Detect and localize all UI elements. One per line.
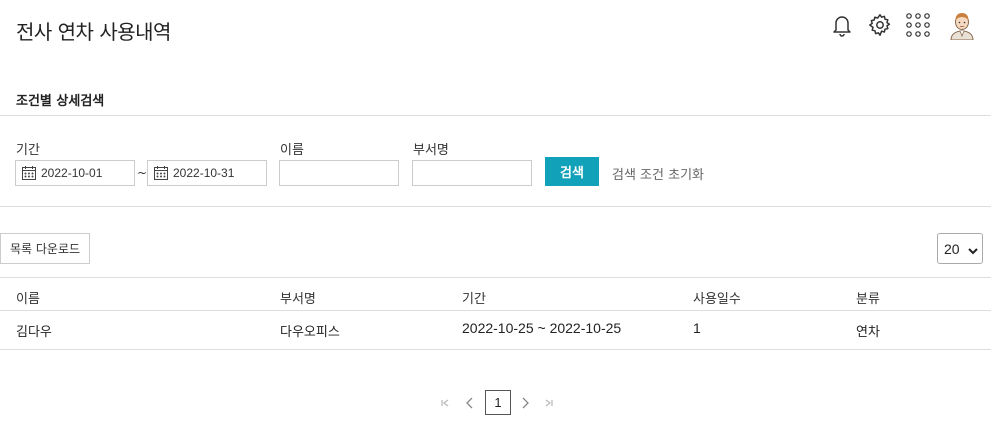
apps-grid-icon[interactable] <box>903 10 933 40</box>
reset-search-link[interactable]: 검색 조건 초기화 <box>612 164 704 183</box>
last-page-icon[interactable] <box>542 390 556 415</box>
prev-page-icon[interactable] <box>463 390 477 415</box>
page-title: 전사 연차 사용내역 <box>16 20 171 44</box>
column-header-name: 이름 <box>16 292 40 307</box>
period-label: 기간 <box>16 143 40 158</box>
column-header-type: 분류 <box>856 292 880 307</box>
start-date-value: 2022-10-01 <box>41 166 103 180</box>
user-avatar[interactable] <box>947 10 977 40</box>
table-bottom-border <box>0 349 991 350</box>
dept-input[interactable] <box>412 160 532 186</box>
name-label: 이름 <box>280 143 304 158</box>
cell-name: 김다우 <box>16 325 52 340</box>
chevron-down-icon <box>968 243 978 259</box>
calendar-icon[interactable] <box>21 165 37 181</box>
start-date-input[interactable]: 2022-10-01 <box>15 160 135 186</box>
column-header-days-used: 사용일수 <box>693 292 741 307</box>
name-input[interactable] <box>279 160 399 186</box>
first-page-icon[interactable] <box>438 390 452 415</box>
pagination: 1 <box>0 390 991 416</box>
search-button[interactable]: 검색 <box>545 157 599 186</box>
gear-icon[interactable] <box>865 10 895 40</box>
search-section-title: 조건별 상세검색 <box>16 94 105 109</box>
column-header-period: 기간 <box>462 292 486 307</box>
date-range-separator: ~ <box>137 166 148 180</box>
page-size-value: 20 <box>944 240 960 257</box>
table-top-border <box>0 277 991 278</box>
dept-label: 부서명 <box>413 143 449 158</box>
cell-period: 2022-10-25 ~ 2022-10-25 <box>462 320 622 336</box>
next-page-icon[interactable] <box>518 390 532 415</box>
table-header-border <box>0 310 991 311</box>
divider <box>0 115 991 116</box>
cell-days-used: 1 <box>693 320 701 336</box>
calendar-icon[interactable] <box>153 165 169 181</box>
page-size-select[interactable]: 20 <box>937 233 983 264</box>
cell-dept: 다우오피스 <box>280 325 340 340</box>
top-right-toolbar <box>827 10 977 40</box>
end-date-value: 2022-10-31 <box>173 166 235 180</box>
divider <box>0 206 991 207</box>
current-page[interactable]: 1 <box>485 390 511 415</box>
cell-type: 연차 <box>856 325 880 340</box>
end-date-input[interactable]: 2022-10-31 <box>147 160 267 186</box>
bell-icon[interactable] <box>827 10 857 40</box>
download-list-button[interactable]: 목록 다운로드 <box>0 233 90 264</box>
column-header-dept: 부서명 <box>280 292 316 307</box>
